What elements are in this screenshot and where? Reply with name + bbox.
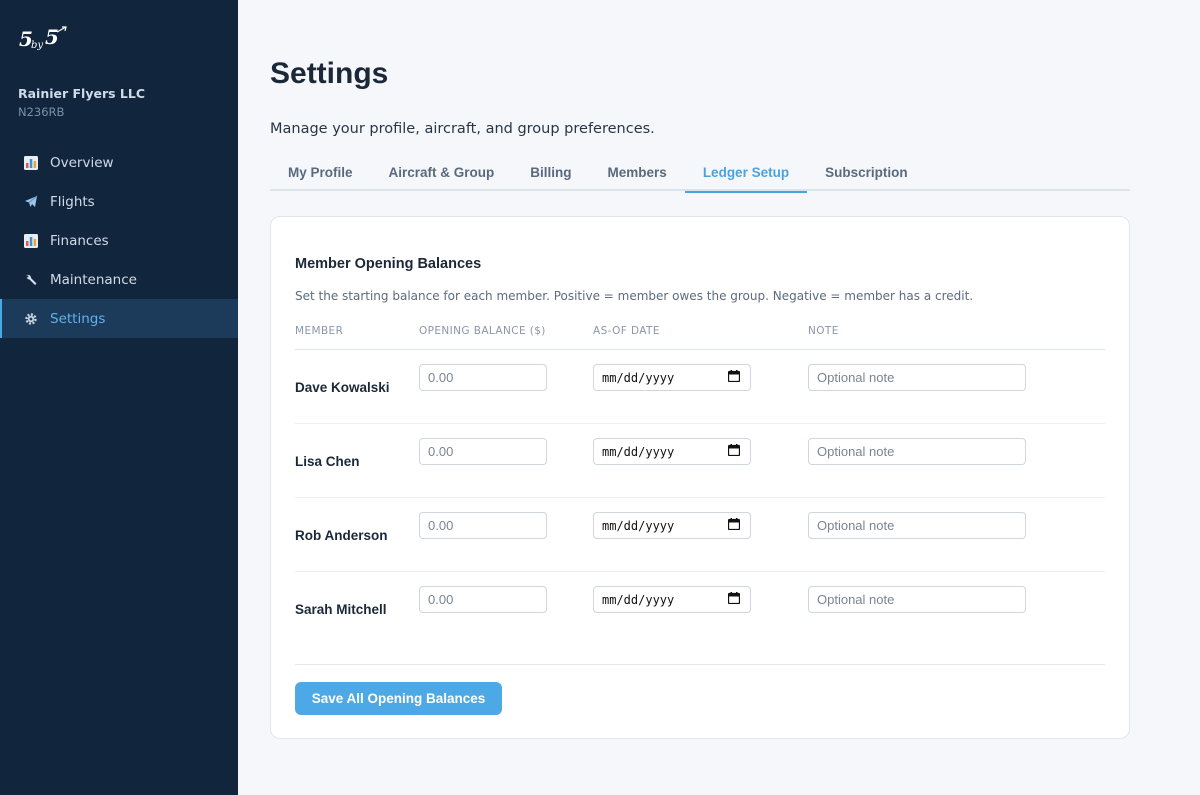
table-row: Sarah Mitchell 0.00 mm/dd/yyyy Optional … [295,572,1105,646]
as-of-date-input[interactable]: mm/dd/yyyy [593,512,751,539]
date-placeholder: mm/dd/yyyy [602,444,675,459]
as-of-date-input[interactable]: mm/dd/yyyy [593,364,751,391]
as-of-date-input[interactable]: mm/dd/yyyy [593,438,751,465]
tab-aircraft-group[interactable]: Aircraft & Group [371,154,513,191]
date-placeholder: mm/dd/yyyy [602,370,675,385]
member-name: Dave Kowalski [295,380,390,395]
gear-icon [24,312,38,326]
settings-tabs: My Profile Aircraft & Group Billing Memb… [270,154,1130,193]
sidebar-item-maintenance[interactable]: Maintenance [0,260,238,299]
note-input[interactable]: Optional note [808,438,1026,465]
app-logo[interactable]: 5 by 5 [19,24,69,54]
calendar-icon[interactable] [727,592,741,607]
page-subtitle: Manage your profile, aircraft, and group… [270,121,655,137]
date-placeholder: mm/dd/yyyy [602,592,675,607]
tab-subscription[interactable]: Subscription [807,154,926,191]
opening-balance-input[interactable]: 0.00 [419,438,547,465]
column-header-member: MEMBER [295,325,344,337]
sidebar-item-label: Overview [50,154,114,171]
column-header-balance: OPENING BALANCE ($) [419,325,546,337]
card-description: Set the starting balance for each member… [295,289,974,303]
opening-balance-input[interactable]: 0.00 [419,512,547,539]
calendar-icon[interactable] [727,370,741,385]
save-opening-balances-button[interactable]: Save All Opening Balances [295,682,502,715]
note-input[interactable]: Optional note [808,512,1026,539]
as-of-date-input[interactable]: mm/dd/yyyy [593,586,751,613]
wrench-icon [24,273,38,287]
main-content: Settings Manage your profile, aircraft, … [238,0,1200,795]
sidebar-item-label: Maintenance [50,271,137,288]
airplane-icon [24,195,38,209]
svg-text:5: 5 [45,25,59,49]
column-header-date: AS-OF DATE [593,325,660,337]
tab-billing[interactable]: Billing [512,154,589,191]
tail-number: N236RB [18,105,65,119]
member-name: Rob Anderson [295,528,388,543]
sidebar-item-finances[interactable]: Finances [0,221,238,260]
sidebar-item-overview[interactable]: Overview [0,143,238,182]
sidebar-item-label: Settings [50,310,106,327]
opening-balance-input[interactable]: 0.00 [419,586,547,613]
opening-balance-input[interactable]: 0.00 [419,364,547,391]
member-name: Sarah Mitchell [295,602,387,617]
table-row: Lisa Chen 0.00 mm/dd/yyyy Optional note [295,424,1105,498]
org-name: Rainier Flyers LLC [18,86,146,101]
divider [295,664,1105,665]
sidebar: 5 by 5 Rainier Flyers LLC N236RB Overvie… [0,0,238,795]
svg-text:by: by [31,40,43,51]
sidebar-nav: Overview Flights Finances Maintenance Se… [0,143,238,338]
date-placeholder: mm/dd/yyyy [602,518,675,533]
calendar-icon[interactable] [727,444,741,459]
member-name: Lisa Chen [295,454,360,469]
note-input[interactable]: Optional note [808,364,1026,391]
opening-balances-card: Member Opening Balances Set the starting… [270,216,1130,739]
table-row: Rob Anderson 0.00 mm/dd/yyyy Optional no… [295,498,1105,572]
sidebar-item-label: Finances [50,232,109,249]
tab-my-profile[interactable]: My Profile [270,154,371,191]
sidebar-item-flights[interactable]: Flights [0,182,238,221]
bar-chart-icon [24,155,38,170]
sidebar-item-settings[interactable]: Settings [0,299,238,338]
table-header: MEMBER OPENING BALANCE ($) AS-OF DATE NO… [295,324,1105,350]
page-title: Settings [270,57,389,90]
calendar-icon[interactable] [727,518,741,533]
note-input[interactable]: Optional note [808,586,1026,613]
tab-ledger-setup[interactable]: Ledger Setup [684,154,808,193]
tab-members[interactable]: Members [590,154,685,191]
org-info: Rainier Flyers LLC N236RB [18,86,145,119]
column-header-note: NOTE [808,325,839,337]
table-row: Dave Kowalski 0.00 mm/dd/yyyy Optional n… [295,350,1105,424]
bar-chart-icon [24,233,38,248]
card-title: Member Opening Balances [295,256,482,272]
sidebar-item-label: Flights [50,193,95,210]
